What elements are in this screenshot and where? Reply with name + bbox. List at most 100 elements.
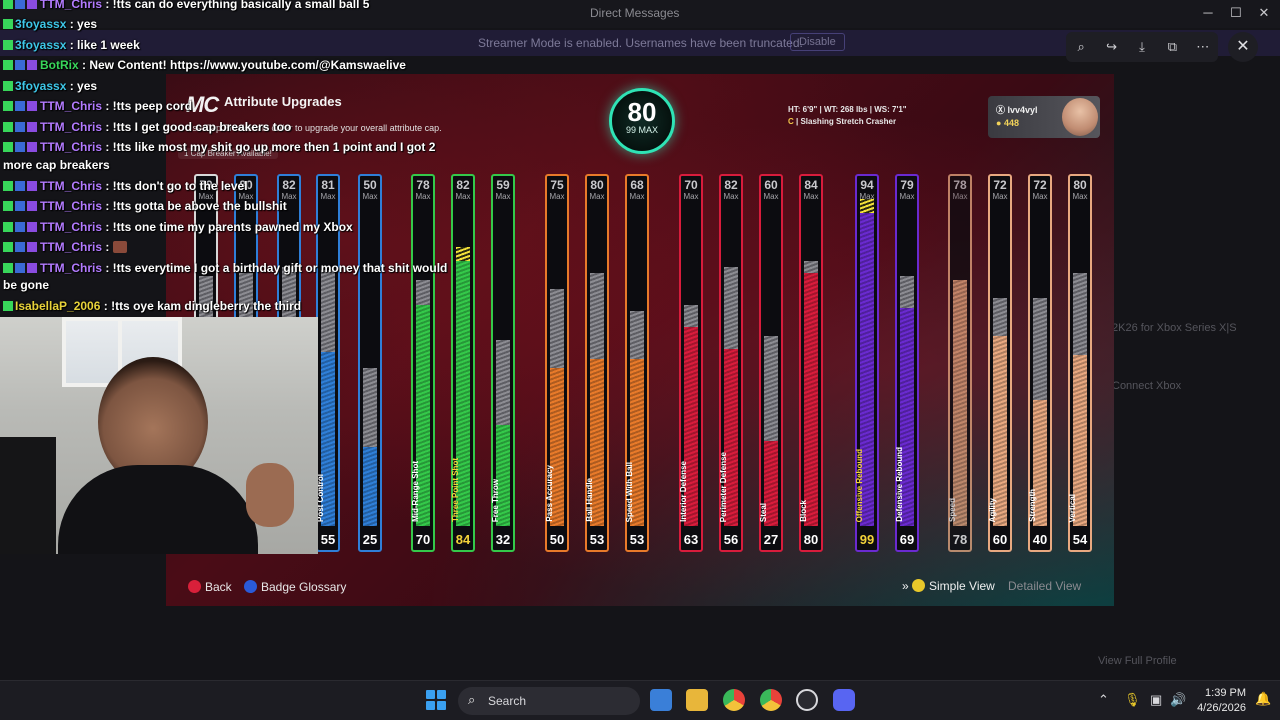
attribute-bar[interactable]: 70 Max Interior Defense 63 xyxy=(679,174,703,552)
attribute-bar[interactable]: 59 Max Free Throw 32 xyxy=(491,174,515,552)
chat-message: TTM_Chris : xyxy=(3,238,127,256)
attribute-current-value: 32 xyxy=(495,532,511,547)
chrome-icon[interactable] xyxy=(723,689,745,711)
attribute-bar[interactable]: 80 Max Ball Handle 53 xyxy=(585,174,609,552)
chat-username[interactable]: TTM_Chris xyxy=(40,120,102,134)
chat-text: : !tts oye kam dingleberry the third xyxy=(100,299,302,313)
taskbar-search[interactable]: ⌕ Search xyxy=(458,687,640,715)
subscriber-badge-icon xyxy=(27,201,37,211)
chat-username[interactable]: 3foyassx xyxy=(15,17,66,31)
chat-username[interactable]: 3foyassx xyxy=(15,79,66,93)
zoom-icon[interactable]: ⌕ xyxy=(1070,39,1092,55)
chat-text: be gone xyxy=(3,278,50,292)
attribute-bar[interactable]: 79 Max Defensive Rebound 69 xyxy=(895,174,919,552)
attribute-bar[interactable]: 78 Max Speed 78 xyxy=(948,174,972,552)
clock-time[interactable]: 1:39 PM xyxy=(1198,687,1246,699)
chevron-up-icon[interactable]: ⌃ xyxy=(1098,692,1109,708)
player-measurements: HT: 6'9" | WT: 268 lbs | WS: 7'1" xyxy=(788,105,907,114)
app-title: Direct Messages xyxy=(590,6,680,20)
chrome-alt-icon[interactable] xyxy=(760,689,782,711)
stream-chat: TTM_Chris : !tts can do everything basic… xyxy=(0,0,447,318)
close-window-icon[interactable]: ✕ xyxy=(1254,5,1274,21)
chat-username[interactable]: BotRix xyxy=(40,58,79,72)
attribute-bar[interactable]: 72 Max Agility 60 xyxy=(988,174,1012,552)
connect-xbox-text[interactable]: Connect Xbox xyxy=(1112,380,1181,392)
chat-username[interactable]: 3foyassx xyxy=(15,38,66,52)
badge-glossary-button[interactable]: Badge Glossary xyxy=(244,580,346,594)
volume-icon[interactable]: 🔊 xyxy=(1170,692,1186,708)
chat-username[interactable]: TTM_Chris xyxy=(40,140,102,154)
attribute-name: Pass Accuracy xyxy=(545,465,554,522)
upgrade-indicator xyxy=(456,247,470,261)
attribute-max-value: 82 xyxy=(724,178,738,192)
start-icon[interactable] xyxy=(426,690,446,710)
download-icon[interactable]: ⤓ xyxy=(1131,39,1153,55)
attribute-current-value: 78 xyxy=(952,532,968,547)
verified-badge-icon xyxy=(15,101,25,111)
attribute-bar[interactable]: 68 Max Speed With Ball 53 xyxy=(625,174,649,552)
more-icon[interactable]: ⋯ xyxy=(1192,39,1214,55)
maximize-icon[interactable]: ☐ xyxy=(1226,5,1246,21)
chat-username[interactable]: TTM_Chris xyxy=(40,261,102,275)
chat-username[interactable]: TTM_Chris xyxy=(40,240,102,254)
chat-message: TTM_Chris : !tts gotta be above the bull… xyxy=(3,197,287,215)
microphone-icon[interactable]: 🎙 xyxy=(1124,692,1141,708)
chat-username[interactable]: TTM_Chris xyxy=(40,179,102,193)
disable-button[interactable]: Disable xyxy=(790,33,845,51)
attribute-name: Speed xyxy=(948,497,957,522)
attribute-max-value: 68 xyxy=(630,178,644,192)
kick-badge-icon xyxy=(3,201,13,211)
chat-message: TTM_Chris : !tts I get good cap breakers… xyxy=(3,118,291,136)
open-external-icon[interactable]: ⧉ xyxy=(1161,39,1183,55)
chat-username[interactable]: TTM_Chris xyxy=(40,99,102,113)
attribute-bar[interactable]: 82 Max Three Point Shot 84 xyxy=(451,174,475,552)
streamer-body xyxy=(58,465,258,554)
attribute-max-value: 78 xyxy=(953,178,967,192)
notification-icon[interactable]: 🔔 xyxy=(1255,691,1271,707)
verified-badge-icon xyxy=(15,142,25,152)
chat-text: : yes xyxy=(66,17,98,31)
openai-icon[interactable] xyxy=(796,689,818,711)
attribute-bar[interactable]: 82 Max Perimeter Defense 56 xyxy=(719,174,743,552)
attribute-current-value: 54 xyxy=(1072,532,1088,547)
attribute-name: Post Control xyxy=(316,474,325,522)
file-explorer-icon[interactable] xyxy=(686,689,708,711)
attribute-current-value: 50 xyxy=(549,532,565,547)
attribute-bar[interactable]: 84 Max Block 80 xyxy=(799,174,823,552)
view-full-profile-link[interactable]: View Full Profile xyxy=(1098,655,1177,667)
store-icon[interactable] xyxy=(650,689,672,711)
simple-view-toggle[interactable]: » Simple View xyxy=(902,579,995,593)
clock-date[interactable]: 4/26/2026 xyxy=(1188,702,1246,714)
attribute-bar[interactable]: 94 Max Offensive Rebound 99 xyxy=(855,174,879,552)
position-text: C xyxy=(788,117,794,126)
taskbar: ⌕ Search ⌃ 🎙 ▣ 🔊 1:39 PM 4/26/2026 🔔 xyxy=(0,680,1280,720)
back-button[interactable]: Back xyxy=(188,580,232,594)
minimize-icon[interactable]: ─ xyxy=(1198,5,1218,20)
attribute-bar[interactable]: 72 Max Strength 40 xyxy=(1028,174,1052,552)
chat-message: be gone xyxy=(3,276,49,294)
share-icon[interactable]: ↪ xyxy=(1101,39,1123,55)
chat-username[interactable]: TTM_Chris xyxy=(40,220,102,234)
chat-message: 3foyassx : yes xyxy=(3,77,97,95)
chat-username[interactable]: TTM_Chris xyxy=(40,199,102,213)
chat-username[interactable]: TTM_Chris xyxy=(40,0,102,11)
network-icon[interactable]: ▣ xyxy=(1150,692,1162,708)
wingspan-text: WS: 7'1" xyxy=(874,105,907,114)
close-viewer-button[interactable]: ✕ xyxy=(1228,32,1258,62)
chat-text: : !tts can do everything basically a sma… xyxy=(102,0,370,11)
attribute-bar[interactable]: 80 Max Vertical 54 xyxy=(1068,174,1092,552)
chat-text: : !tts peep cord xyxy=(102,99,193,113)
chat-text: : New Content! https://www.youtube.com/@… xyxy=(78,58,406,72)
detailed-view-toggle[interactable]: Detailed View xyxy=(1008,579,1081,593)
chat-message: 3foyassx : yes xyxy=(3,15,97,33)
attribute-bar[interactable]: 60 Max Steal 27 xyxy=(759,174,783,552)
discord-icon[interactable] xyxy=(833,689,855,711)
attribute-current-value: 53 xyxy=(629,532,645,547)
attribute-bar[interactable]: 75 Max Pass Accuracy 50 xyxy=(545,174,569,552)
attribute-name: Vertical xyxy=(1068,493,1077,522)
chat-username[interactable]: IsabellaP_2006 xyxy=(15,299,100,313)
chat-message: TTM_Chris : !tts like most my shit go up… xyxy=(3,138,435,156)
attribute-max-label: Max xyxy=(803,192,819,201)
subscriber-badge-icon xyxy=(27,60,37,70)
attribute-current-value: 27 xyxy=(763,532,779,547)
